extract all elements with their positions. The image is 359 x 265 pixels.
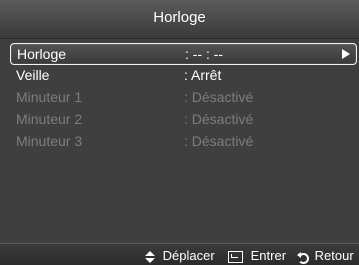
- return-hint[interactable]: Retour: [297, 248, 354, 264]
- menu-item-value: : Désactivé: [184, 89, 254, 105]
- tv-menu-screen: Horloge Horloge : -- : -- Veille : Arrêt…: [0, 0, 359, 265]
- menu-item-veille[interactable]: Veille : Arrêt: [10, 65, 355, 86]
- menu-item-label: Minuteur 2: [16, 111, 83, 127]
- clock-settings-list: Horloge : -- : -- Veille : Arrêt Minuteu…: [10, 43, 357, 243]
- clock-menu-panel: Horloge Horloge : -- : -- Veille : Arrêt…: [0, 0, 359, 265]
- footer-hints: Déplacer Entrer Retour: [0, 243, 359, 265]
- play-arrow-icon: [342, 49, 350, 59]
- move-hint[interactable]: Déplacer: [145, 248, 215, 263]
- menu-item-label: Horloge: [17, 46, 67, 62]
- return-label: Retour: [314, 248, 354, 263]
- menu-title: Horloge: [153, 9, 206, 26]
- menu-item-minuteur-1[interactable]: Minuteur 1 : Désactivé: [10, 87, 355, 108]
- up-down-icon: [145, 250, 155, 263]
- move-label: Déplacer: [162, 248, 215, 263]
- menu-item-label: Veille: [16, 67, 50, 83]
- menu-item-label: Minuteur 1: [16, 89, 83, 105]
- menu-item-horloge[interactable]: Horloge : -- : --: [10, 43, 357, 65]
- enter-icon: [228, 250, 243, 263]
- menu-item-minuteur-3[interactable]: Minuteur 3 : Désactivé: [10, 131, 355, 152]
- menu-item-minuteur-2[interactable]: Minuteur 2 : Désactivé: [10, 109, 355, 130]
- title-bar: Horloge: [0, 0, 359, 39]
- menu-item-label: Minuteur 3: [16, 133, 83, 149]
- enter-label: Entrer: [250, 248, 287, 263]
- enter-hint[interactable]: Entrer: [228, 248, 286, 263]
- menu-item-value: : Désactivé: [184, 133, 254, 149]
- menu-item-value: : Arrêt: [184, 67, 222, 83]
- return-icon: [297, 251, 309, 264]
- menu-item-value: : -- : --: [185, 46, 224, 62]
- menu-item-value: : Désactivé: [184, 111, 254, 127]
